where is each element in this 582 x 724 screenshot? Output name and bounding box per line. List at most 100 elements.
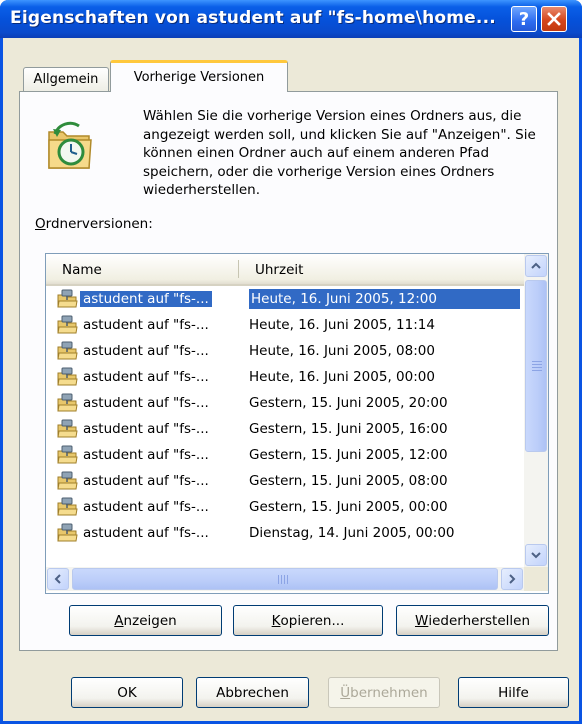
scroll-right-button[interactable] [501, 568, 523, 590]
row-name: astudent auf "fs-... [83, 525, 209, 541]
folder-version-icon [57, 341, 78, 360]
row-name-cell: astudent auf "fs-... [56, 471, 212, 491]
folder-version-icon [57, 445, 78, 464]
thumb-grip [532, 361, 542, 362]
help-footer-button-label: Hilfe [498, 684, 529, 701]
list-header: Name Uhrzeit [46, 254, 524, 286]
table-row[interactable]: astudent auf "fs-... Gestern, 15. Juni 20… [46, 442, 524, 468]
row-name-cell: astudent auf "fs-... [56, 497, 212, 517]
row-name: astudent auf "fs-... [83, 473, 209, 489]
vertical-scroll-thumb[interactable] [525, 280, 547, 452]
title-bar[interactable]: Eigenschaften von astudent auf "fs-home\… [0, 0, 582, 38]
help-button[interactable]: ? [511, 6, 537, 32]
table-row[interactable]: astudent auf "fs-... Gestern, 15. Juni 20… [46, 468, 524, 494]
table-row[interactable]: astudent auf "fs-... Dienstag, 14. Juni 2… [46, 520, 524, 546]
thumb-grip [532, 364, 542, 365]
cancel-button-label: Abbrechen [216, 684, 289, 701]
row-name: astudent auf "fs-... [83, 395, 209, 411]
vertical-scrollbar[interactable] [524, 254, 548, 567]
row-name: astudent auf "fs-... [83, 343, 209, 359]
restore-button-mnemonic: W [414, 612, 429, 629]
ok-button[interactable]: OK [71, 677, 183, 708]
row-name-cell: astudent auf "fs-... [56, 289, 212, 309]
apply-button-mnemonic: Ü [340, 684, 351, 701]
tab-vorherige-versionen-label: Vorherige Versionen [133, 70, 265, 85]
close-button[interactable] [541, 6, 567, 32]
column-divider[interactable] [238, 260, 239, 278]
row-name-cell: astudent auf "fs-... [56, 393, 212, 413]
table-row[interactable]: astudent auf "fs-... Heute, 16. Juni 2005… [46, 286, 524, 312]
folder-version-icon [57, 419, 78, 438]
cancel-button[interactable]: Abbrechen [196, 677, 309, 708]
table-row[interactable]: astudent auf "fs-... Heute, 16. Juni 2005… [46, 338, 524, 364]
copy-button-label: opieren... [280, 612, 345, 629]
table-row[interactable]: astudent auf "fs-... Gestern, 15. Juni 20… [46, 416, 524, 442]
row-time: Heute, 16. Juni 2005, 11:14 [249, 317, 435, 333]
scroll-up-button[interactable] [525, 255, 547, 277]
column-header-name[interactable]: Name [62, 262, 102, 278]
row-name-cell: astudent auf "fs-... [56, 523, 212, 543]
chevron-right-icon [509, 574, 516, 584]
row-name: astudent auf "fs-... [83, 369, 209, 385]
thumb-grip [532, 370, 542, 371]
row-time: Heute, 16. Juni 2005, 12:00 [249, 289, 520, 309]
show-button[interactable]: Anzeigen [69, 605, 222, 636]
table-row[interactable]: astudent auf "fs-... Heute, 16. Juni 2005… [46, 312, 524, 338]
scroll-down-button[interactable] [525, 544, 547, 566]
thumb-grip [278, 575, 279, 584]
horizontal-scrollbar[interactable] [46, 567, 524, 591]
tab-allgemein[interactable]: Allgemein [23, 67, 109, 91]
row-time: Gestern, 15. Juni 2005, 12:00 [249, 447, 448, 463]
scrollbar-corner [524, 567, 548, 591]
help-footer-button[interactable]: Hilfe [458, 677, 569, 708]
restore-button[interactable]: Wiederherstellen [396, 605, 549, 636]
row-time: Gestern, 15. Juni 2005, 00:00 [249, 499, 448, 515]
close-icon [547, 12, 561, 26]
folder-version-icon [57, 497, 78, 516]
row-name: astudent auf "fs-... [83, 317, 209, 333]
table-row[interactable]: astudent auf "fs-... Heute, 16. Juni 2005… [46, 364, 524, 390]
versions-list-label-rest: rdnerversionen: [45, 216, 153, 232]
row-time: Heute, 16. Juni 2005, 00:00 [249, 369, 435, 385]
row-name-cell: astudent auf "fs-... [56, 419, 212, 439]
versions-list-label: Ordnerversionen: [35, 216, 153, 232]
thumb-grip [281, 575, 282, 584]
folder-version-icon [57, 393, 78, 412]
description-text: Wählen Sie die vorherige Version eines O… [143, 108, 536, 198]
row-name: astudent auf "fs-... [83, 421, 209, 437]
versions-list-label-mnemonic: O [35, 216, 46, 232]
chevron-left-icon [54, 574, 61, 584]
folder-version-icon [57, 315, 78, 334]
restore-button-label: iederherstellen [428, 612, 530, 629]
row-name: astudent auf "fs-... [83, 447, 209, 463]
show-button-mnemonic: A [114, 612, 124, 629]
chevron-down-icon [531, 552, 541, 559]
row-time: Heute, 16. Juni 2005, 08:00 [249, 343, 435, 359]
row-name-cell: astudent auf "fs-... [56, 445, 212, 465]
scroll-left-button[interactable] [47, 568, 69, 590]
folder-version-icon [57, 289, 78, 308]
folder-version-icon [57, 471, 78, 490]
folder-versions-list[interactable]: Name Uhrzeit astudent auf "fs-... Heute, … [45, 253, 549, 594]
copy-button[interactable]: Kopieren... [233, 605, 383, 636]
apply-button[interactable]: Übernehmen [328, 677, 440, 708]
tab-vorherige-versionen[interactable]: Vorherige Versionen [110, 60, 288, 92]
row-name: astudent auf "fs-... [83, 499, 209, 515]
column-header-time[interactable]: Uhrzeit [255, 262, 303, 278]
row-time: Dienstag, 14. Juni 2005, 00:00 [249, 525, 455, 541]
table-row[interactable]: astudent auf "fs-... Gestern, 15. Juni 20… [46, 390, 524, 416]
folder-clock-icon [48, 121, 92, 169]
window-title: Eigenschaften von astudent auf "fs-home\… [10, 8, 496, 28]
row-time: Gestern, 15. Juni 2005, 20:00 [249, 395, 448, 411]
folder-version-icon [57, 367, 78, 386]
row-name-cell: astudent auf "fs-... [56, 367, 212, 387]
copy-button-mnemonic: K [271, 612, 281, 629]
row-name-cell: astudent auf "fs-... [56, 341, 212, 361]
help-icon: ? [518, 8, 530, 30]
table-row[interactable]: astudent auf "fs-... Gestern, 15. Juni 20… [46, 494, 524, 520]
row-time: Gestern, 15. Juni 2005, 16:00 [249, 421, 448, 437]
thumb-grip [287, 575, 288, 584]
tab-allgemein-label: Allgemein [33, 72, 99, 87]
ok-button-label: OK [117, 684, 137, 701]
horizontal-scroll-thumb[interactable] [72, 568, 498, 590]
